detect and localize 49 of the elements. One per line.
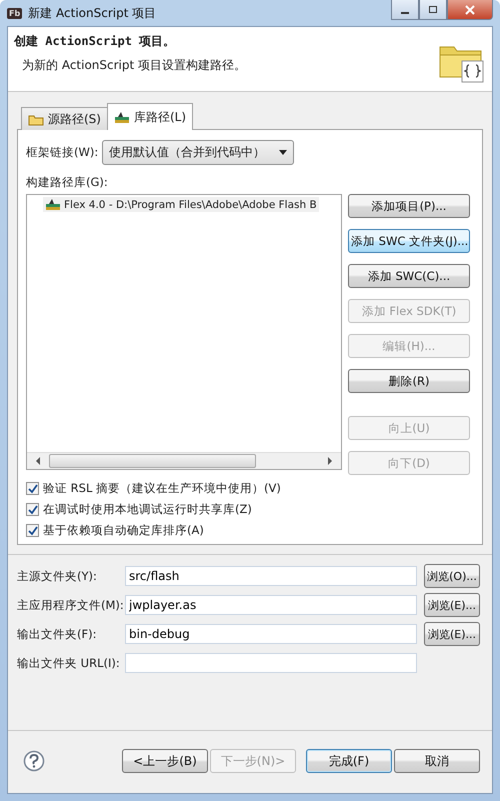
checkbox-option[interactable]: 验证 RSL 摘要（建议在生产环境中使用）(V) (26, 481, 474, 496)
horizontal-scrollbar[interactable] (27, 452, 341, 469)
caret-icon (279, 150, 288, 155)
tab[interactable]: 源路径(S) (21, 107, 108, 130)
list-label: 构建路径库(G): (26, 175, 109, 190)
checkbox-label: 基于依赖项自动确定库排序(A) (43, 523, 204, 538)
wizard-button[interactable]: <上一步(B) (122, 749, 208, 773)
field-label: 输出文件夹(F): (17, 626, 98, 642)
maximize-button[interactable] (419, 0, 447, 20)
library-button[interactable]: 添加 SWC(C)... (348, 264, 470, 288)
help-icon[interactable] (23, 750, 45, 772)
checkbox[interactable] (26, 524, 39, 537)
text-field[interactable]: src/flash (125, 566, 417, 586)
close-button[interactable] (447, 0, 493, 20)
browse-button[interactable]: 浏览(E)... (424, 622, 480, 646)
folder-icon (28, 112, 44, 126)
text-field[interactable] (125, 653, 417, 673)
field-label: 主源文件夹(Y): (17, 568, 98, 584)
app-badge: Fb (7, 8, 22, 18)
checkbox-option[interactable]: 在调试时使用本地调试运行时共享库(Z) (26, 502, 474, 517)
wizard-button[interactable]: 完成(F) (306, 749, 392, 773)
field-label: 框架链接(W): (26, 145, 98, 160)
scroll-left-icon[interactable] (35, 457, 41, 465)
checkbox[interactable] (26, 482, 39, 495)
framework-dropdown[interactable]: 使用默认值（合并到代码中） (102, 140, 294, 165)
library-button[interactable]: 添加项目(P)... (348, 194, 470, 218)
checkbox[interactable] (26, 503, 39, 516)
scroll-right-icon[interactable] (327, 457, 333, 465)
header-title: 创建 ActionScript 项目。 (14, 33, 176, 50)
library-button[interactable]: 删除(R) (348, 369, 470, 393)
checkbox-label: 验证 RSL 摘要（建议在生产环境中使用）(V) (43, 481, 281, 496)
header-description: 为新的 ActionScript 项目设置构建路径。 (22, 57, 246, 74)
checkbox-label: 在调试时使用本地调试运行时共享库(Z) (43, 502, 252, 517)
tab[interactable]: 库路径(L) (106, 103, 194, 130)
minimize-button[interactable] (391, 0, 419, 20)
browse-button[interactable]: 浏览(O)... (424, 564, 480, 588)
close-icon (464, 4, 476, 14)
maximize-icon (427, 4, 439, 14)
library-item[interactable]: Flex 4.0 - D:\Program Files\Adobe\Adobe Flash B (43, 197, 319, 212)
field-label: 主应用程序文件(M): (17, 598, 125, 612)
minimize-icon (401, 12, 409, 14)
wizard-button[interactable]: 取消 (394, 749, 480, 773)
window-title: 新建 ActionScript 项目 (28, 4, 158, 22)
text-field[interactable]: jwplayer.as (125, 595, 417, 615)
field-label: 输出文件夹 URL(I): (17, 656, 121, 670)
library-button[interactable]: 添加 SWC 文件夹(J)... (348, 229, 470, 253)
text-field[interactable]: bin-debug (125, 624, 417, 644)
checkbox-option[interactable]: 基于依赖项自动确定库排序(A) (26, 523, 474, 538)
browse-button[interactable]: 浏览(E)... (424, 593, 480, 617)
